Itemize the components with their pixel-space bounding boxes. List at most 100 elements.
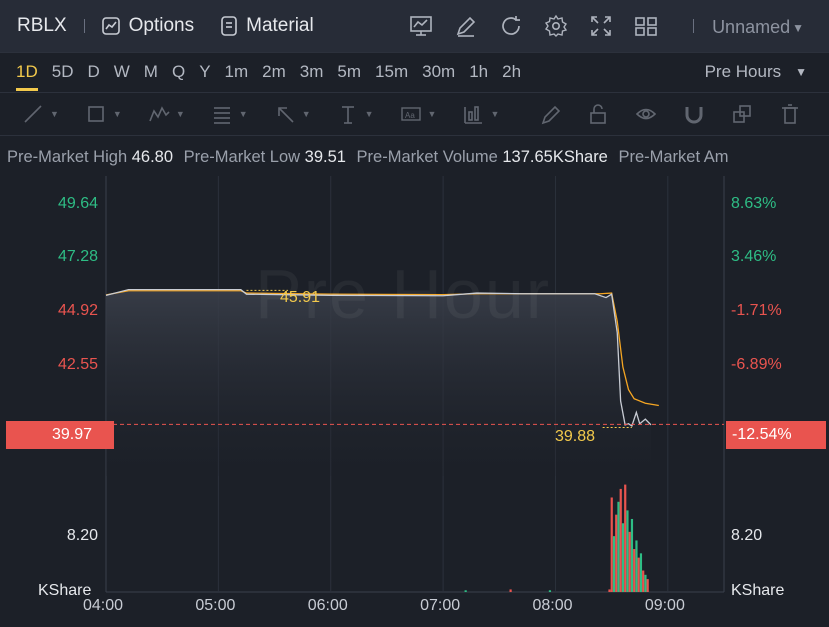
- period-tab-y[interactable]: Y: [199, 53, 210, 91]
- period-tab-5d[interactable]: 5D: [52, 53, 74, 91]
- top-toolbar: RBLX Options Material Unnamed ▼: [0, 0, 829, 52]
- premarket-high-label: Pre-Market High: [7, 148, 128, 166]
- period-tab-1m[interactable]: 1m: [225, 53, 249, 91]
- fib-tool-button[interactable]: ▼: [211, 103, 248, 125]
- volume-bar: [626, 510, 629, 592]
- percent-axis-tick: -6.89%: [731, 355, 782, 373]
- text-cursor-tool-button[interactable]: ▼: [337, 103, 374, 125]
- options-button[interactable]: Options: [101, 15, 194, 37]
- pencil-icon: [542, 105, 561, 125]
- eye-button[interactable]: [635, 103, 657, 125]
- lock-button[interactable]: [587, 103, 609, 125]
- period-tab-2m[interactable]: 2m: [262, 53, 286, 91]
- volume-bar: [509, 589, 512, 592]
- period-tab-q[interactable]: Q: [172, 53, 185, 91]
- layout-grid-icon[interactable]: [633, 13, 659, 39]
- period-bar: 1D 5D D W M Q Y 1m 2m 3m 5m 15m 30m 1h 2h Pre Hours ▼: [0, 52, 829, 92]
- symbol-title[interactable]: RBLX: [17, 15, 67, 37]
- period-tab-30m[interactable]: 30m: [422, 53, 455, 91]
- volume-unit-left: KShare: [38, 582, 92, 599]
- caret-down-icon[interactable]: ▼: [239, 109, 248, 119]
- layout-name-dropdown[interactable]: Unnamed ▼: [712, 17, 804, 38]
- caret-down-icon[interactable]: ▼: [176, 109, 185, 119]
- measure-tool-button[interactable]: ▼: [462, 103, 499, 125]
- arrow-tool-icon: [277, 107, 294, 123]
- price-axis-tick: 49.64: [57, 194, 98, 212]
- volume-bar: [621, 523, 625, 592]
- caret-down-icon[interactable]: ▼: [365, 109, 374, 119]
- text-tool-icon: Aa: [400, 107, 421, 121]
- percent-axis-tick: 3.46%: [731, 248, 777, 266]
- eye-icon: [636, 108, 657, 120]
- session-high-label: 45.91: [280, 289, 321, 306]
- magnet-icon: [685, 107, 703, 124]
- pattern-tool-button[interactable]: ▼: [148, 103, 185, 125]
- premarket-info: Pre-Market High 46.80 Pre-Market Low 39.…: [0, 138, 829, 176]
- rectangle-tool-icon: [88, 106, 104, 122]
- period-tab-2h[interactable]: 2h: [502, 53, 521, 91]
- volume-bar: [633, 549, 636, 592]
- price-chart[interactable]: Pre Hour 49.64 8.63% 47.28 3.46% 44.92 -1.71%…: [0, 176, 829, 627]
- volume-bar: [608, 589, 611, 592]
- caret-down-icon[interactable]: ▼: [302, 109, 311, 119]
- text-cursor-tool-icon: [341, 106, 354, 124]
- volume-bar: [637, 557, 640, 592]
- measure-tool-icon: [464, 106, 483, 124]
- time-axis-tick: 06:00: [307, 597, 348, 614]
- period-tab-5m[interactable]: 5m: [337, 53, 361, 91]
- period-tab-m[interactable]: M: [144, 53, 158, 91]
- period-tab-w[interactable]: W: [114, 53, 130, 91]
- rectangle-tool-button[interactable]: ▼: [85, 103, 122, 125]
- volume-bar: [548, 590, 552, 592]
- settings-icon[interactable]: [543, 13, 569, 39]
- refresh-icon[interactable]: [498, 13, 524, 39]
- layers-button[interactable]: [731, 103, 753, 125]
- indicator-icon[interactable]: [408, 13, 434, 39]
- volume-bar: [646, 579, 649, 592]
- drawing-toolbar: ▼ ▼ ▼ ▼ ▼ ▼ Aa ▼ ▼: [0, 92, 829, 136]
- divider: [83, 19, 85, 33]
- time-axis-tick: 05:00: [195, 597, 236, 614]
- period-tab-3m[interactable]: 3m: [300, 53, 324, 91]
- percent-axis-tick: -1.71%: [731, 301, 782, 319]
- time-axis-tick: 07:00: [420, 597, 461, 614]
- magnet-button[interactable]: [683, 103, 705, 125]
- volume-axis-tick-left: 8.20: [66, 527, 98, 544]
- layout-name: Unnamed: [712, 17, 791, 37]
- draw-icon[interactable]: [453, 13, 479, 39]
- caret-down-icon[interactable]: ▼: [428, 109, 437, 119]
- volume-bar: [619, 488, 622, 592]
- period-tab-1d[interactable]: 1D: [16, 53, 38, 91]
- trash-button[interactable]: [779, 103, 801, 125]
- arrow-tool-button[interactable]: ▼: [274, 103, 311, 125]
- options-label: Options: [128, 15, 195, 36]
- caret-down-icon[interactable]: ▼: [113, 109, 122, 119]
- volume-axis-tick-right: 8.20: [731, 527, 763, 544]
- pencil-button[interactable]: [539, 103, 561, 125]
- price-axis-tick: 44.92: [57, 301, 98, 319]
- period-tab-15m[interactable]: 15m: [375, 53, 408, 91]
- caret-down-icon[interactable]: ▼: [490, 109, 499, 119]
- period-tab-d[interactable]: D: [87, 53, 99, 91]
- material-button[interactable]: Material: [220, 15, 314, 37]
- material-label: Material: [246, 15, 314, 36]
- period-tab-1h[interactable]: 1h: [469, 53, 488, 91]
- time-axis-tick: 08:00: [532, 597, 573, 614]
- volume-bar: [615, 514, 618, 592]
- current-pct-tag: -12.54%: [726, 421, 826, 449]
- fullscreen-icon[interactable]: [588, 13, 614, 39]
- svg-text:Aa: Aa: [405, 111, 415, 120]
- caret-down-icon[interactable]: ▼: [50, 109, 59, 119]
- chart-canvas: [105, 176, 725, 593]
- divider: [693, 19, 694, 33]
- volume-bar: [610, 497, 613, 592]
- line-tool-button[interactable]: ▼: [22, 103, 59, 125]
- price-axis-tick: 42.55: [57, 355, 98, 373]
- volume-bar: [612, 536, 616, 592]
- session-select[interactable]: Pre Hours ▼: [705, 53, 807, 91]
- percent-axis-tick: 8.63%: [731, 194, 777, 212]
- text-tool-button[interactable]: Aa ▼: [400, 103, 437, 125]
- top-icon-group: [408, 13, 659, 39]
- premarket-high-value: 46.80: [131, 148, 174, 166]
- volume-bar: [630, 518, 634, 592]
